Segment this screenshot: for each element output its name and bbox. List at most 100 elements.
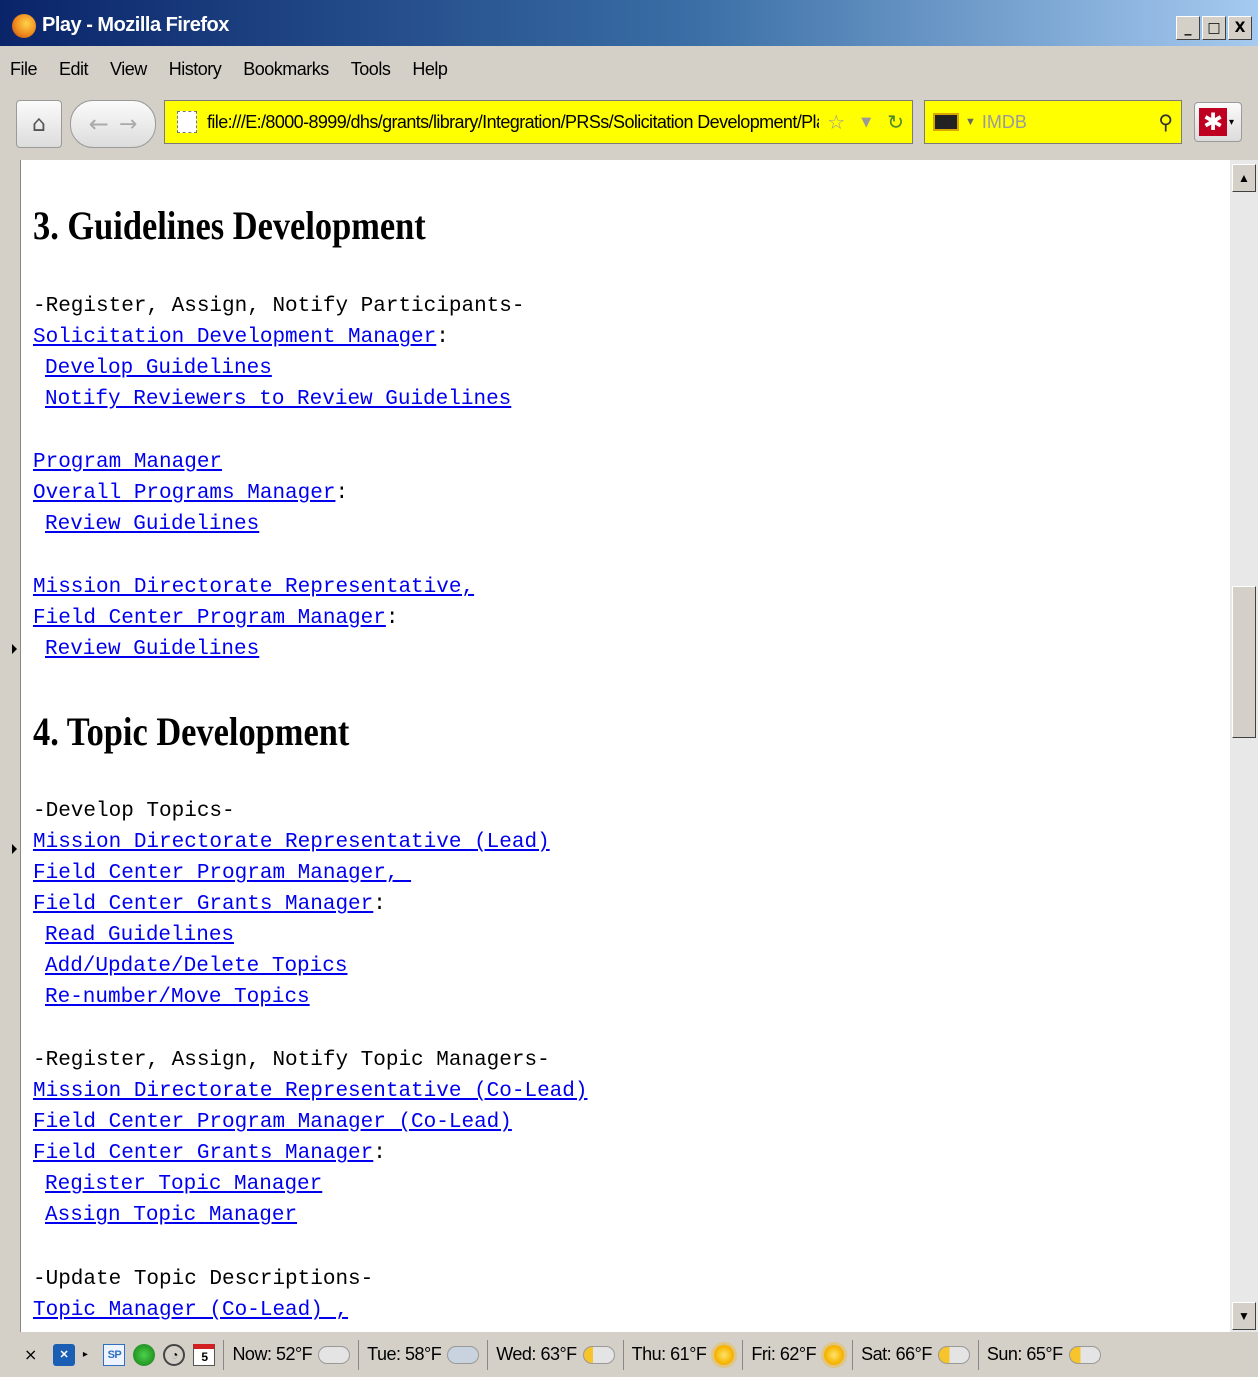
bookmark-star-icon[interactable]: ☆ — [827, 110, 845, 134]
imdb-engine-icon[interactable] — [933, 113, 959, 131]
action-line: Develop Guidelines — [45, 353, 272, 384]
role-link[interactable]: Program Manager — [33, 451, 222, 474]
menu-bookmarks[interactable]: Bookmarks — [243, 59, 329, 80]
reload-icon[interactable]: ↻ — [887, 110, 904, 134]
role-link[interactable]: Overall Programs Manager — [33, 482, 335, 505]
back-forward-buttons[interactable]: ← → — [70, 100, 156, 148]
role-line: Solicitation Development Manager: — [33, 322, 449, 353]
splitter-grip-icon — [12, 644, 17, 654]
weather-wed[interactable]: Wed: 63°F — [487, 1339, 622, 1370]
weather-label: Thu: 61°F — [631, 1344, 707, 1364]
menu-bar: File Edit View History Bookmarks Tools H… — [0, 48, 1258, 90]
addon-expand-icon[interactable]: ▸ — [83, 1349, 88, 1360]
scroll-down-button[interactable]: ▼ — [1232, 1302, 1256, 1330]
close-button[interactable]: X — [1228, 16, 1252, 40]
splitter-grip-icon — [12, 844, 17, 854]
role-link[interactable]: Mission Directorate Representative (Co-L… — [33, 1080, 588, 1103]
action-link[interactable]: Review Guidelines — [45, 513, 259, 536]
role-line: Mission Directorate Representative (Co-L… — [33, 1076, 588, 1107]
action-link[interactable]: Re-number/Move Topics — [45, 986, 310, 1009]
action-line: Assign Topic Manager — [45, 1200, 297, 1231]
role-link[interactable]: Field Center Grants Manager — [33, 1142, 373, 1165]
menu-view[interactable]: View — [110, 59, 147, 80]
role-line: Mission Directorate Representative, — [33, 572, 474, 603]
scroll-thumb[interactable] — [1232, 586, 1256, 738]
weather-label: Sat: 66°F — [861, 1344, 932, 1364]
menu-tools[interactable]: Tools — [351, 59, 391, 80]
minimize-button[interactable]: _ — [1176, 16, 1200, 40]
role-colon: : — [385, 607, 399, 630]
action-link[interactable]: Develop Guidelines — [45, 357, 272, 380]
action-link[interactable]: Add/Update/Delete Topics — [45, 955, 347, 978]
calendar-icon[interactable]: 5 — [193, 1343, 216, 1366]
weather-now[interactable]: Now: 52°F — [223, 1339, 358, 1370]
engine-dropdown-icon[interactable]: ▼ — [965, 116, 976, 128]
weather-label: Fri: 62°F — [751, 1344, 817, 1364]
group-label: -Register, Assign, Notify Participants- — [33, 295, 525, 318]
url-bar[interactable]: file:///E:/8000-8999/dhs/grants/library/… — [164, 100, 913, 144]
role-line: Mission Directorate Representative (Lead… — [33, 827, 550, 858]
weather-sun[interactable]: Sun: 65°F — [977, 1339, 1109, 1370]
window-title: Play - Mozilla Firefox — [42, 14, 229, 36]
weather-label: Sun: 65°F — [986, 1344, 1063, 1364]
group-label: -Develop Topics- — [33, 800, 235, 823]
home-icon: ⌂ — [32, 111, 46, 137]
scroll-up-button[interactable]: ▲ — [1232, 164, 1256, 192]
home-button[interactable]: ⌂ — [16, 100, 62, 148]
role-line: Field Center Program Manager (Co-Lead) — [33, 1107, 512, 1138]
addon-dropdown-icon: ▾ — [1229, 116, 1235, 128]
action-link[interactable]: Assign Topic Manager — [45, 1204, 297, 1227]
addon-button[interactable]: ✱ ▾ — [1194, 102, 1242, 142]
action-line: Review Guidelines — [45, 634, 259, 665]
role-link[interactable]: Field Center Program Manager, — [33, 862, 411, 885]
menu-history[interactable]: History — [169, 59, 222, 80]
weather-sat[interactable]: Sat: 66°F — [852, 1339, 978, 1370]
role-colon: : — [373, 893, 386, 916]
close-addon-bar-button[interactable]: × — [24, 1345, 37, 1364]
weather-label: Now: 52°F — [232, 1344, 313, 1364]
maximize-button[interactable]: □ — [1202, 16, 1226, 40]
role-line: Field Center Grants Manager: — [33, 889, 386, 920]
status-bar: × ✕ ▸ SP ◔ 5 Now: 52°F Tue: 58°F Wed: 63… — [0, 1332, 1258, 1377]
menu-file[interactable]: File — [10, 59, 38, 80]
role-link[interactable]: Field Center Program Manager (Co-Lead) — [33, 1111, 512, 1134]
search-bar[interactable]: ▼ IMDB ⚲ — [924, 100, 1182, 144]
sidebar-splitter[interactable] — [0, 160, 20, 1332]
weather-tue[interactable]: Tue: 58°F — [358, 1339, 487, 1370]
search-icon[interactable]: ⚲ — [1158, 110, 1173, 134]
partly-cloudy-icon — [582, 1345, 615, 1364]
action-line: Read Guidelines — [45, 920, 234, 951]
role-link[interactable]: Solicitation Development Manager — [33, 326, 436, 349]
action-link[interactable]: Review Guidelines — [45, 638, 259, 661]
menu-edit[interactable]: Edit — [59, 59, 89, 80]
url-text[interactable]: file:///E:/8000-8999/dhs/grants/library/… — [207, 112, 819, 133]
action-link[interactable]: Register Topic Manager — [45, 1173, 322, 1196]
navigation-toolbar: ⌂ ← → file:///E:/8000-8999/dhs/grants/li… — [0, 94, 1258, 156]
partly-sunny-icon — [1068, 1345, 1101, 1364]
role-line: Program Manager — [33, 447, 222, 478]
role-link[interactable]: Field Center Grants Manager — [33, 893, 373, 916]
menu-help[interactable]: Help — [412, 59, 448, 80]
role-link[interactable]: Field Center Program Manager — [33, 607, 386, 630]
search-input[interactable]: IMDB — [982, 112, 1158, 133]
action-link[interactable]: Notify Reviewers to Review Guidelines — [45, 388, 511, 411]
role-link[interactable]: Topic Manager (Co-Lead) , — [33, 1299, 348, 1322]
addon-x-icon[interactable]: ✕ — [52, 1343, 75, 1366]
action-line: Add/Update/Delete Topics — [45, 951, 347, 982]
section-heading-topics: 4. Topic Development — [33, 709, 350, 754]
cloud-icon — [318, 1345, 351, 1364]
vertical-scrollbar[interactable]: ▲ ▼ — [1230, 160, 1258, 1332]
role-link[interactable]: Mission Directorate Representative (Lead… — [33, 831, 550, 854]
status-green-icon[interactable] — [133, 1343, 156, 1366]
partly-sunny-icon — [937, 1345, 970, 1364]
action-link[interactable]: Read Guidelines — [45, 924, 234, 947]
sp-addon-button[interactable]: SP — [103, 1343, 126, 1366]
weather-thu[interactable]: Thu: 61°F — [622, 1339, 743, 1370]
role-line: Field Center Program Manager, — [33, 858, 411, 889]
clock-icon[interactable]: ◔ — [163, 1343, 186, 1366]
sun-icon — [714, 1344, 735, 1365]
weather-label: Tue: 58°F — [367, 1344, 442, 1364]
weather-fri[interactable]: Fri: 62°F — [742, 1339, 852, 1370]
dropdown-arrow-icon[interactable]: ▼ — [861, 115, 871, 130]
role-link[interactable]: Mission Directorate Representative, — [33, 576, 474, 599]
